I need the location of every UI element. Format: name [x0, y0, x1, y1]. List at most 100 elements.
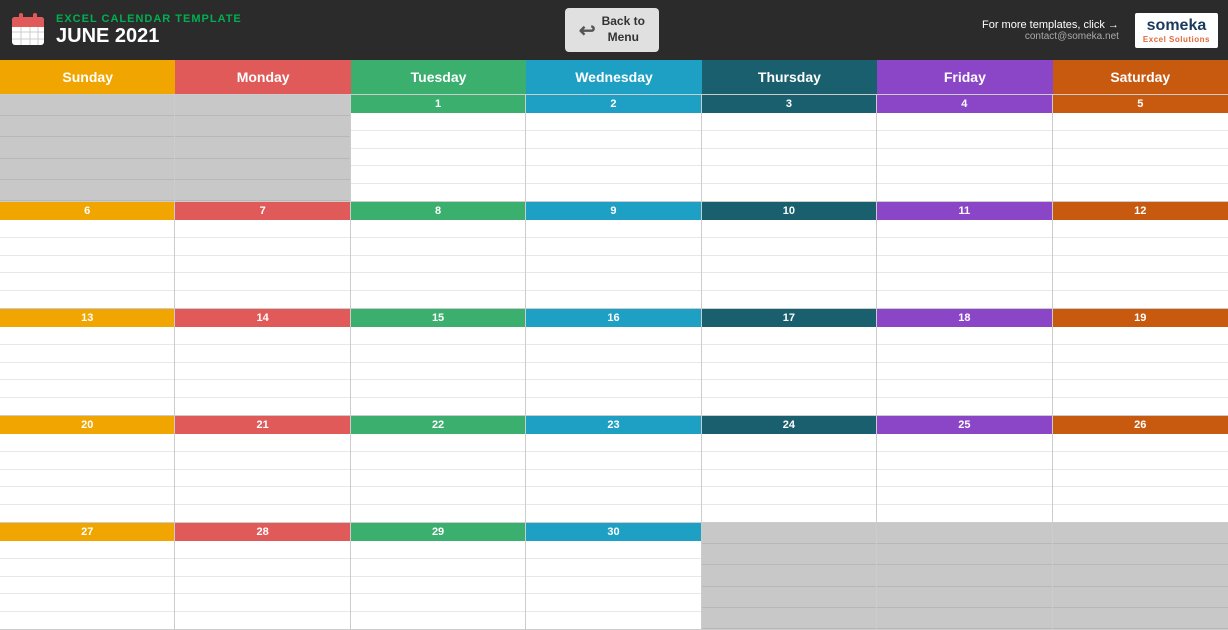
day-lines: [877, 434, 1051, 522]
day-number: 20: [0, 416, 174, 434]
day-line: [0, 116, 174, 137]
day-number: 11: [877, 202, 1051, 220]
someka-brand-name: someka: [1147, 17, 1207, 35]
day-line: [0, 238, 174, 256]
day-line: [351, 398, 525, 415]
day-number: 3: [702, 95, 876, 113]
day-lines: [175, 95, 349, 201]
day-cell[interactable]: 27: [0, 523, 175, 630]
day-header-tuesday: Tuesday: [351, 60, 526, 94]
day-line: [526, 505, 700, 522]
day-cell[interactable]: 30: [526, 523, 701, 630]
day-number: 13: [0, 309, 174, 327]
day-line: [175, 238, 349, 256]
day-line: [1053, 131, 1228, 149]
day-number: 19: [1053, 309, 1228, 327]
day-line: [175, 380, 349, 398]
day-lines: [526, 541, 700, 629]
day-lines: [877, 220, 1051, 308]
day-cell[interactable]: 22: [351, 416, 526, 523]
day-number: 9: [526, 202, 700, 220]
day-number: 10: [702, 202, 876, 220]
day-cell[interactable]: [175, 95, 350, 202]
day-cell[interactable]: 4: [877, 95, 1052, 202]
month-year-label: JUNE 2021: [56, 25, 242, 48]
day-header-sunday: Sunday: [0, 60, 175, 94]
day-cell[interactable]: 6: [0, 202, 175, 309]
day-cell[interactable]: 2: [526, 95, 701, 202]
day-cell[interactable]: 14: [175, 309, 350, 416]
day-number: 18: [877, 309, 1051, 327]
header: EXCEL CALENDAR TEMPLATE JUNE 2021 ↩ Back…: [0, 0, 1228, 60]
day-line: [877, 220, 1051, 238]
day-cell[interactable]: 20: [0, 416, 175, 523]
day-cell[interactable]: [702, 523, 877, 630]
day-line: [877, 452, 1051, 470]
day-line: [877, 238, 1051, 256]
day-cell[interactable]: 19: [1053, 309, 1228, 416]
day-line: [175, 470, 349, 488]
day-number: 5: [1053, 95, 1228, 113]
day-line: [351, 113, 525, 131]
day-cell[interactable]: 29: [351, 523, 526, 630]
day-cell[interactable]: 5: [1053, 95, 1228, 202]
day-cell[interactable]: [1053, 523, 1228, 630]
day-cell[interactable]: 9: [526, 202, 701, 309]
day-cell[interactable]: 18: [877, 309, 1052, 416]
day-line: [351, 380, 525, 398]
day-line: [877, 565, 1051, 586]
day-line: [877, 291, 1051, 308]
day-cell[interactable]: 8: [351, 202, 526, 309]
day-cell[interactable]: 24: [702, 416, 877, 523]
day-line: [702, 452, 876, 470]
day-line: [702, 166, 876, 184]
day-line: [702, 131, 876, 149]
day-line: [351, 131, 525, 149]
day-line: [175, 291, 349, 308]
day-cell[interactable]: [0, 95, 175, 202]
day-cell[interactable]: 15: [351, 309, 526, 416]
day-line: [1053, 544, 1228, 565]
day-line: [877, 398, 1051, 415]
day-line: [526, 327, 700, 345]
day-line: [1053, 587, 1228, 608]
day-cell[interactable]: 12: [1053, 202, 1228, 309]
day-cell[interactable]: 3: [702, 95, 877, 202]
day-cell[interactable]: 7: [175, 202, 350, 309]
day-cell[interactable]: 26: [1053, 416, 1228, 523]
day-cell[interactable]: 28: [175, 523, 350, 630]
day-header-saturday: Saturday: [1053, 60, 1228, 94]
day-line: [1053, 238, 1228, 256]
day-line: [0, 180, 174, 201]
day-line: [0, 541, 174, 559]
day-line: [175, 180, 349, 201]
day-lines: [351, 220, 525, 308]
day-number: 1: [351, 95, 525, 113]
day-line: [0, 505, 174, 522]
day-line: [175, 577, 349, 595]
day-line: [1053, 166, 1228, 184]
day-lines: [526, 220, 700, 308]
day-cell[interactable]: 17: [702, 309, 877, 416]
day-number: 23: [526, 416, 700, 434]
day-line: [175, 159, 349, 180]
day-line: [1053, 220, 1228, 238]
day-line: [702, 184, 876, 201]
day-line: [1053, 505, 1228, 522]
day-cell[interactable]: 23: [526, 416, 701, 523]
day-line: [702, 565, 876, 586]
day-cell[interactable]: 13: [0, 309, 175, 416]
day-line: [1053, 470, 1228, 488]
day-line: [702, 380, 876, 398]
day-cell[interactable]: 21: [175, 416, 350, 523]
day-cell[interactable]: 1: [351, 95, 526, 202]
day-line: [877, 380, 1051, 398]
day-cell[interactable]: 10: [702, 202, 877, 309]
day-cell[interactable]: 11: [877, 202, 1052, 309]
back-to-menu-button[interactable]: ↩ Back toMenu: [565, 8, 659, 51]
day-cell[interactable]: 16: [526, 309, 701, 416]
day-line: [702, 220, 876, 238]
day-cell[interactable]: [877, 523, 1052, 630]
day-cell[interactable]: 25: [877, 416, 1052, 523]
day-number: 6: [0, 202, 174, 220]
